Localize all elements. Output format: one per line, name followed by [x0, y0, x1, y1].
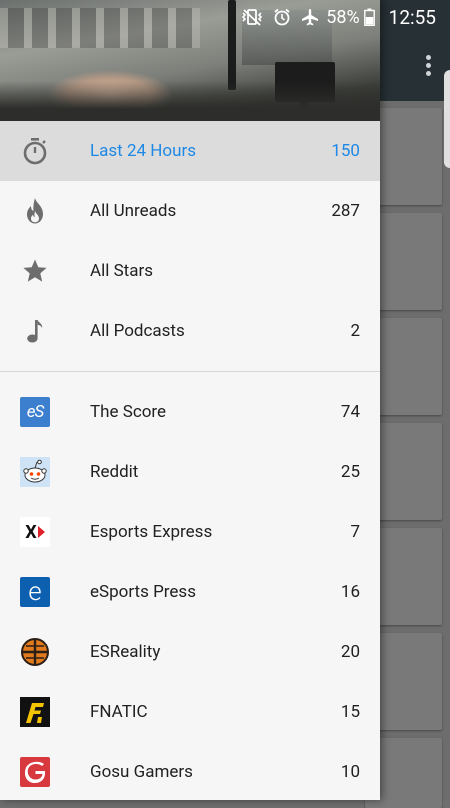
drawer-item-label: Gosu Gamers — [90, 762, 193, 782]
drawer-item-the-score[interactable]: eS The Score 74 — [0, 382, 380, 442]
edge-panel-handle[interactable] — [444, 70, 450, 168]
unread-count: 287 — [331, 201, 360, 221]
drawer-item-label: FNATIC — [90, 702, 148, 722]
battery-percentage: 58% — [326, 6, 360, 28]
drawer-item-label: All Stars — [90, 261, 154, 281]
esreality-favicon — [20, 637, 50, 667]
vibrate-mute-icon — [240, 8, 264, 26]
unread-count: 2 — [350, 321, 360, 341]
drawer-item-label: Last 24 Hours — [90, 141, 197, 161]
unread-count: 74 — [340, 402, 360, 422]
esports-express-favicon: X — [20, 517, 50, 547]
airplane-mode-icon — [300, 8, 320, 26]
drawer-item-esports-express[interactable]: X Esports Express 7 — [0, 502, 380, 562]
drawer-item-all-unreads[interactable]: All Unreads 287 — [0, 181, 380, 241]
unread-count: 16 — [340, 582, 360, 602]
drawer-item-label: All Unreads — [90, 201, 177, 221]
drawer-item-label: eSports Press — [90, 582, 196, 602]
flame-icon — [20, 196, 50, 226]
fnatic-favicon — [20, 697, 50, 727]
unread-count: 150 — [331, 141, 360, 161]
battery-icon — [363, 8, 375, 26]
feeds-list: eS The Score 74 Reddit 25 X Esports Expr… — [0, 382, 380, 802]
drawer-item-label: The Score — [90, 402, 167, 422]
drawer-item-reddit[interactable]: Reddit 25 — [0, 442, 380, 502]
drawer-item-esports-press[interactable]: e eSports Press 16 — [0, 562, 380, 622]
drawer-item-esreality[interactable]: ESReality 20 — [0, 622, 380, 682]
drawer-item-label: Esports Express — [90, 522, 213, 542]
drawer-item-fnatic[interactable]: FNATIC 15 — [0, 682, 380, 742]
drawer-item-last-24-hours[interactable]: Last 24 Hours 150 — [0, 121, 380, 181]
drawer-item-all-podcasts[interactable]: All Podcasts 2 — [0, 301, 380, 361]
unread-count: 10 — [340, 762, 360, 782]
drawer-item-label: ESReality — [90, 642, 161, 662]
the-score-favicon: eS — [20, 397, 50, 427]
navigation-drawer: Last 24 Hours 150 All Unreads 287 All St… — [0, 0, 380, 800]
star-icon — [20, 256, 50, 286]
unread-count: 25 — [340, 462, 360, 482]
drawer-divider — [0, 371, 380, 372]
drawer-item-label: All Podcasts — [90, 321, 185, 341]
drawer-item-gosu-gamers[interactable]: Gosu Gamers 10 — [0, 742, 380, 802]
unread-count: 7 — [350, 522, 360, 542]
reddit-favicon — [20, 457, 50, 487]
gosu-gamers-favicon — [20, 757, 50, 787]
unread-count: 15 — [340, 702, 360, 722]
drawer-item-all-stars[interactable]: All Stars — [0, 241, 380, 301]
drawer-item-label: Reddit — [90, 462, 139, 482]
music-note-icon — [20, 316, 50, 346]
smart-feeds-list: Last 24 Hours 150 All Unreads 287 All St… — [0, 121, 380, 361]
clock: 12:55 — [388, 5, 436, 29]
status-bar: 58% 12:55 — [0, 0, 450, 34]
more-options-icon[interactable] — [426, 55, 432, 77]
esports-press-favicon: e — [20, 577, 50, 607]
stopwatch-icon — [20, 136, 50, 166]
alarm-icon — [273, 8, 291, 26]
unread-count: 20 — [340, 642, 360, 662]
